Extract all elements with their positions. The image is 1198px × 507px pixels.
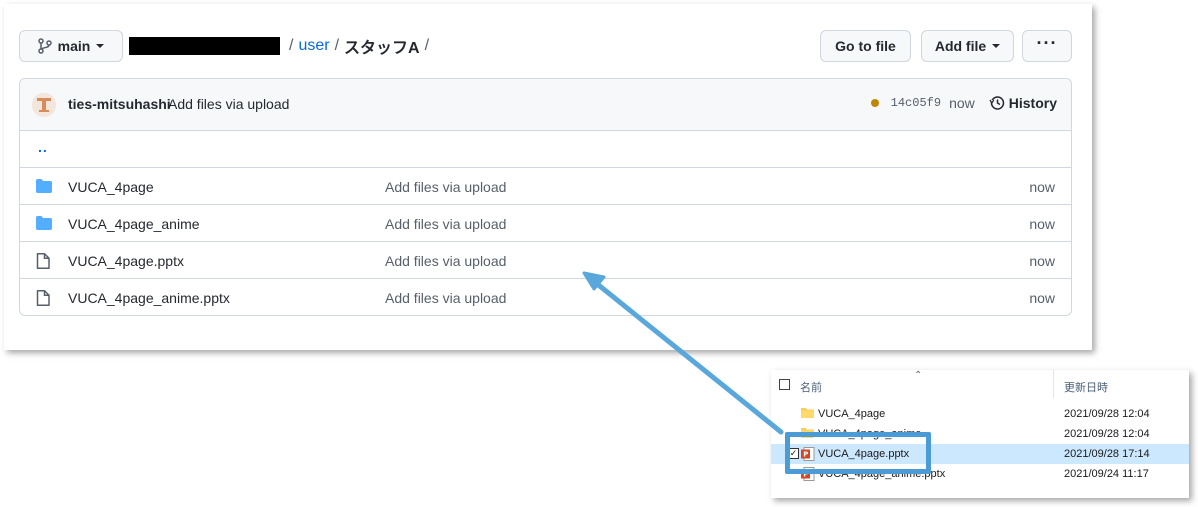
file-name-link[interactable]: VUCA_4page	[68, 179, 154, 195]
add-file-label: Add file	[934, 38, 987, 54]
explorer-item-name[interactable]: VUCA_4page.pptx	[818, 448, 909, 460]
parent-directory-row[interactable]: ..	[20, 131, 1071, 168]
powerpoint-file-icon: P	[801, 467, 815, 484]
file-icon	[36, 290, 50, 309]
file-listing: ties-mitsuhashi Add files via upload 14c…	[19, 78, 1072, 316]
column-header-row: 名前 ⌃ 更新日時	[771, 370, 1189, 398]
avatar[interactable]	[32, 93, 56, 117]
branch-name: main	[57, 38, 91, 54]
file-row[interactable]: VUCA_4page.pptx Add files via upload now	[20, 242, 1071, 279]
explorer-item-name[interactable]: VUCA_4page_anime	[818, 428, 921, 440]
breadcrumb: / user / スタッフA /	[129, 30, 434, 62]
history-label: History	[1008, 95, 1057, 111]
explorer-item-date: 2021/09/28 17:14	[1064, 448, 1150, 460]
explorer-item-date: 2021/09/28 12:04	[1064, 428, 1150, 440]
go-to-file-label: Go to file	[835, 38, 896, 54]
breadcrumb-user-link[interactable]: user	[298, 37, 329, 55]
file-name-link[interactable]: VUCA_4page_anime.pptx	[68, 290, 230, 306]
powerpoint-file-icon: P	[801, 447, 815, 464]
folder-icon	[801, 407, 815, 422]
file-age: now	[1029, 179, 1055, 195]
explorer-item-row-selected[interactable]: ✓ P VUCA_4page.pptx 2021/09/28 17:14	[771, 444, 1189, 464]
svg-text:P: P	[803, 471, 808, 479]
folder-icon	[36, 216, 52, 233]
file-commit-message[interactable]: Add files via upload	[385, 216, 506, 232]
file-age: now	[1029, 253, 1055, 269]
file-row[interactable]: VUCA_4page_anime Add files via upload no…	[20, 205, 1071, 242]
explorer-item-date: 2021/09/28 12:04	[1064, 408, 1150, 420]
go-to-file-button[interactable]: Go to file	[820, 30, 911, 62]
folder-icon	[801, 427, 815, 442]
column-header-date[interactable]: 更新日時	[1064, 379, 1108, 395]
breadcrumb-separator: /	[424, 37, 430, 54]
file-row[interactable]: VUCA_4page Add files via upload now	[20, 168, 1071, 205]
file-age: now	[1029, 216, 1055, 232]
row-checkbox[interactable]: ✓	[788, 448, 799, 459]
explorer-item-row[interactable]: P VUCA_4page_anime.pptx 2021/09/24 11:17	[771, 464, 1189, 484]
commit-message-link[interactable]: Add files via upload	[168, 96, 289, 112]
git-branch-icon	[37, 38, 52, 54]
file-commit-message[interactable]: Add files via upload	[385, 290, 506, 306]
explorer-item-row[interactable]: VUCA_4page_anime 2021/09/28 12:04	[771, 424, 1189, 444]
file-age: now	[1029, 290, 1055, 306]
latest-commit-bar: ties-mitsuhashi Add files via upload 14c…	[20, 79, 1071, 131]
redacted-repo-name	[129, 37, 280, 55]
more-options-button[interactable]: ···	[1022, 30, 1072, 62]
commit-sha-link[interactable]: 14c05f9	[891, 96, 941, 110]
breadcrumb-separator: /	[334, 37, 340, 54]
file-commit-message[interactable]: Add files via upload	[385, 179, 506, 195]
history-icon	[989, 96, 1005, 110]
commit-status-icon[interactable]	[870, 99, 879, 107]
folder-icon	[36, 179, 52, 196]
sort-ascending-icon: ⌃	[914, 370, 923, 381]
chevron-down-icon	[992, 44, 1001, 48]
history-link[interactable]: History	[989, 95, 1057, 111]
identicon-icon	[32, 93, 56, 117]
column-divider[interactable]	[1053, 370, 1054, 398]
file-name-link[interactable]: VUCA_4page_anime	[68, 216, 200, 232]
file-row[interactable]: VUCA_4page_anime.pptx Add files via uplo…	[20, 279, 1071, 315]
breadcrumb-current-folder: スタッフA	[344, 40, 420, 57]
parent-directory-link[interactable]: ..	[38, 139, 48, 155]
breadcrumb-separator: /	[289, 37, 294, 54]
github-file-browser: main / user / スタッフA / Go to file Add fil…	[4, 4, 1092, 350]
kebab-icon: ···	[1036, 33, 1058, 53]
column-header-name[interactable]: 名前	[800, 379, 822, 395]
explorer-item-row[interactable]: VUCA_4page 2021/09/28 12:04	[771, 404, 1189, 424]
windows-explorer-list: 名前 ⌃ 更新日時 VUCA_4page 2021/09/28 12:04 VU…	[771, 370, 1189, 498]
branch-selector-button[interactable]: main	[19, 30, 123, 62]
file-name-link[interactable]: VUCA_4page.pptx	[68, 253, 184, 269]
file-commit-message[interactable]: Add files via upload	[385, 253, 506, 269]
repo-toolbar: main / user / スタッフA / Go to file Add fil…	[19, 30, 1072, 62]
commit-author-link[interactable]: ties-mitsuhashi	[68, 96, 171, 112]
commit-time: now	[949, 95, 975, 111]
explorer-item-name[interactable]: VUCA_4page	[818, 408, 885, 420]
explorer-item-name[interactable]: VUCA_4page_anime.pptx	[818, 468, 945, 480]
select-all-checkbox[interactable]	[779, 379, 790, 390]
svg-text:P: P	[803, 451, 808, 459]
commit-meta: 14c05f9 now History	[870, 95, 1057, 111]
add-file-button[interactable]: Add file	[921, 30, 1014, 62]
chevron-down-icon	[96, 44, 105, 48]
explorer-item-date: 2021/09/24 11:17	[1064, 468, 1149, 480]
file-icon	[36, 253, 50, 272]
